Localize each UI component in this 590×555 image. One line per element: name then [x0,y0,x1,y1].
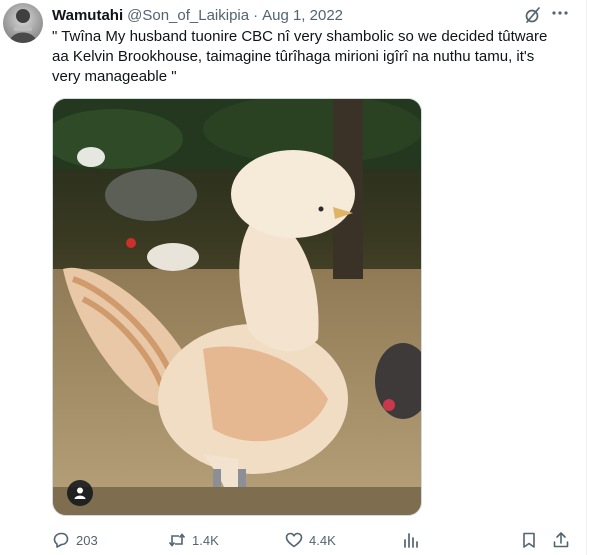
share-button[interactable] [552,528,570,552]
repost-count: 1.4K [192,532,219,548]
repost-button[interactable]: 1.4K [168,528,219,552]
repost-icon [168,533,186,547]
tweet-date[interactable]: Aug 1, 2022 [262,7,343,24]
column-divider [586,0,587,555]
reply-count: 203 [76,532,98,548]
more-dots-icon[interactable] [551,4,569,22]
author-handle[interactable]: @Son_of_Laikipia [127,7,249,24]
like-count: 4.4K [309,532,336,548]
tweet-text: " Twîna My husband tuonire CBC nî very s… [52,28,552,85]
share-icon [553,532,569,548]
reply-button[interactable]: 203 [52,528,98,552]
tweet-actions: 203 1.4K 4.4K [52,528,572,552]
avatar[interactable] [3,3,43,43]
reply-icon [53,532,69,548]
author-display-name[interactable]: Wamutahi [52,7,123,24]
tweet-header: Wamutahi @Son_of_Laikipia · Aug 1, 2022 [52,5,343,25]
tweet[interactable]: Wamutahi @Son_of_Laikipia · Aug 1, 2022 … [0,0,586,555]
person-icon[interactable] [67,480,93,506]
like-button[interactable]: 4.4K [285,528,336,552]
bookmark-button[interactable] [520,528,538,552]
bookmark-icon [523,532,535,548]
header-separator: · [253,6,259,24]
views-chart-icon [404,533,418,548]
tweet-photo[interactable] [52,98,422,516]
views-button[interactable] [402,528,420,552]
heart-icon [285,532,303,548]
grok-slash-icon[interactable] [524,6,542,24]
